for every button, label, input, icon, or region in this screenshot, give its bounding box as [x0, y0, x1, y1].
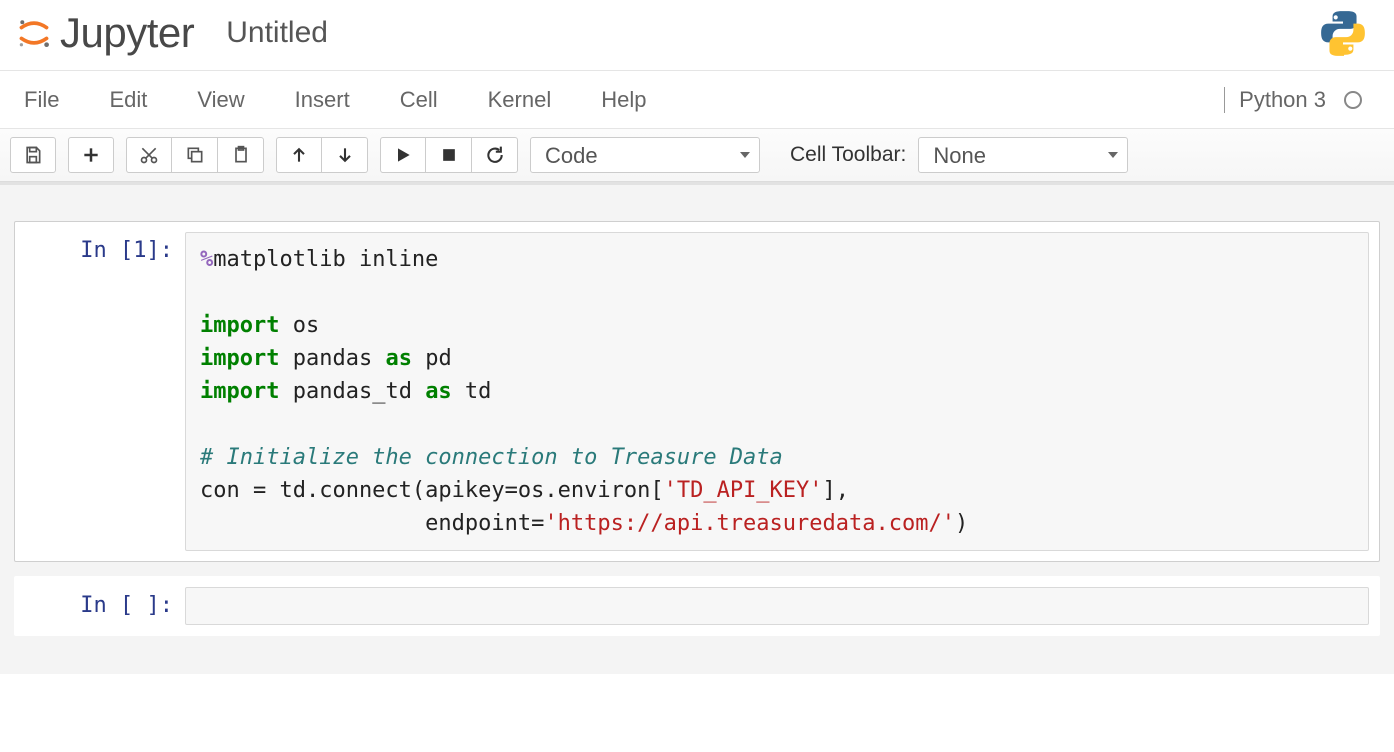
move-up-button[interactable] — [276, 137, 322, 173]
arrow-down-icon — [335, 145, 355, 165]
notebook-container: In [1]: %matplotlib inline import os imp… — [0, 182, 1394, 674]
paste-button[interactable] — [218, 137, 264, 173]
code-token: os — [279, 313, 319, 338]
cell-prompt: In [ ]: — [25, 587, 185, 625]
save-icon — [23, 145, 43, 165]
copy-icon — [185, 145, 205, 165]
notebook-title[interactable]: Untitled — [226, 16, 328, 50]
stop-icon — [439, 145, 459, 165]
toolbar: Code Cell Toolbar: None — [0, 129, 1394, 182]
cut-icon — [139, 145, 159, 165]
jupyter-logo-icon — [16, 15, 52, 51]
code-cell[interactable]: In [1]: %matplotlib inline import os imp… — [14, 221, 1380, 562]
cut-button[interactable] — [126, 137, 172, 173]
menu-cell[interactable]: Cell — [400, 87, 438, 113]
save-button[interactable] — [10, 137, 56, 173]
code-cell[interactable]: In [ ]: — [14, 576, 1380, 636]
code-input-area[interactable] — [185, 587, 1369, 625]
plus-icon — [81, 145, 101, 165]
cell-toolbar-select[interactable]: None — [918, 137, 1128, 173]
add-cell-button[interactable] — [68, 137, 114, 173]
code-token: import — [200, 313, 279, 338]
code-token: td — [452, 379, 492, 404]
code-token: as — [385, 346, 412, 371]
code-token: pandas — [279, 346, 385, 371]
refresh-icon — [485, 145, 505, 165]
code-token: ) — [955, 511, 968, 536]
menubar: File Edit View Insert Cell Kernel Help P… — [0, 71, 1394, 129]
code-token: as — [425, 379, 452, 404]
code-token: matplotlib inline — [213, 247, 438, 272]
kernel-name[interactable]: Python 3 — [1224, 87, 1340, 113]
run-button[interactable] — [380, 137, 426, 173]
code-token: % — [200, 247, 213, 272]
kernel-indicator-icon[interactable] — [1344, 91, 1362, 109]
copy-button[interactable] — [172, 137, 218, 173]
paste-icon — [231, 145, 251, 165]
code-token: pandas_td — [279, 379, 425, 404]
menubar-items: File Edit View Insert Cell Kernel Help — [24, 87, 646, 113]
code-token: pd — [412, 346, 452, 371]
cell-type-select[interactable]: Code — [530, 137, 760, 173]
code-token: con = td.connect(apikey=os.environ[ — [200, 478, 664, 503]
logo-group: Jupyter — [16, 9, 194, 57]
menu-file[interactable]: File — [24, 87, 59, 113]
code-token: import — [200, 379, 279, 404]
move-down-button[interactable] — [322, 137, 368, 173]
menu-help[interactable]: Help — [601, 87, 646, 113]
menu-edit[interactable]: Edit — [109, 87, 147, 113]
header: Jupyter Untitled — [0, 0, 1394, 71]
code-token: 'TD_API_KEY' — [664, 478, 823, 503]
restart-button[interactable] — [472, 137, 518, 173]
menu-insert[interactable]: Insert — [295, 87, 350, 113]
python-logo-icon — [1318, 8, 1368, 58]
code-input-area[interactable]: %matplotlib inline import os import pand… — [185, 232, 1369, 551]
cell-prompt: In [1]: — [25, 232, 185, 551]
code-token: import — [200, 346, 279, 371]
play-icon — [393, 145, 413, 165]
interrupt-button[interactable] — [426, 137, 472, 173]
arrow-up-icon — [289, 145, 309, 165]
code-token: 'https://api.treasuredata.com/' — [544, 511, 955, 536]
cell-toolbar-label: Cell Toolbar: — [790, 143, 906, 167]
menu-kernel[interactable]: Kernel — [488, 87, 552, 113]
menu-view[interactable]: View — [197, 87, 244, 113]
code-token: # Initialize the connection to Treasure … — [200, 445, 783, 470]
logo-text[interactable]: Jupyter — [60, 9, 194, 57]
